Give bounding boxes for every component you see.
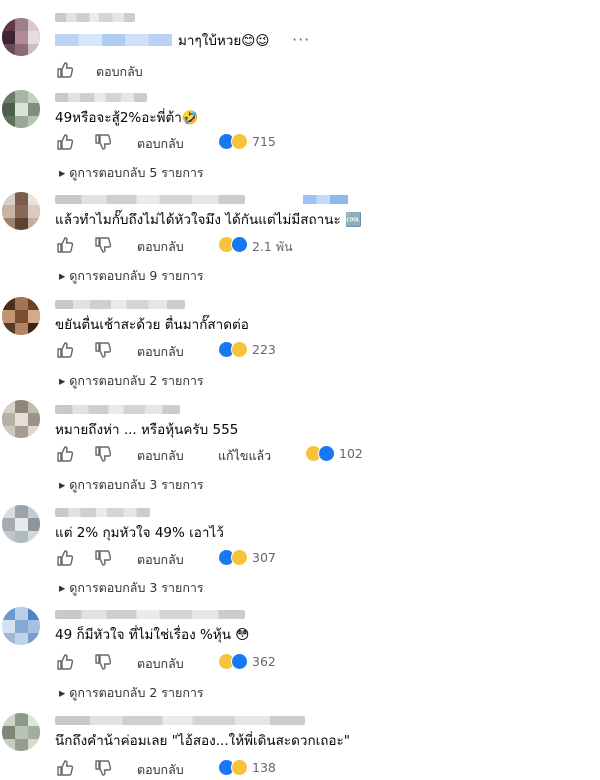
comment-text: แล้วทำไมกั๊บถึงไม่ได้หัวใจมึง ได้กันแต่ไ… — [55, 212, 362, 228]
comment-text: 49 ก็มีหัวใจ ที่ไม่ใช่เรื่อง %หุ้น 😳 — [55, 627, 250, 643]
reply-button[interactable]: ตอบกลับ — [137, 342, 184, 362]
thumbs-down-icon[interactable] — [93, 652, 113, 672]
avatar[interactable] — [2, 505, 40, 543]
reply-button[interactable]: ตอบกลับ — [137, 446, 184, 466]
thumbs-up-icon[interactable] — [55, 132, 75, 152]
comment-text: นึกถึงคำน้าค่อมเลย "ไอ้สอง...ให้พี่เดินส… — [55, 733, 351, 749]
avatar[interactable] — [2, 607, 40, 645]
author-name[interactable] — [55, 13, 135, 22]
more-options-icon[interactable]: ··· — [292, 30, 310, 49]
haha-reaction-icon — [231, 549, 248, 566]
view-replies-link[interactable]: ▸ ดูการตอบกลับ 9 รายการ — [59, 266, 204, 286]
haha-reaction-icon — [231, 341, 248, 358]
view-replies-link[interactable]: ▸ ดูการตอบกลับ 5 รายการ — [59, 163, 204, 183]
comment-text: มาๆใบ้หวย😊😉 — [55, 31, 269, 51]
haha-reaction-icon — [231, 759, 248, 776]
author-name[interactable] — [55, 508, 150, 517]
comment-text: 49หรือจะสู้2%อะพี่ต้า🤣 — [55, 110, 199, 126]
avatar[interactable] — [2, 192, 40, 230]
thumbs-up-icon[interactable] — [55, 444, 75, 464]
reply-button[interactable]: ตอบกลับ — [137, 134, 184, 154]
comment-text: หมายถึงห่า ... หรือหุ้นครับ 555 — [55, 422, 239, 438]
reaction-count: 223 — [252, 342, 276, 357]
author-name[interactable] — [55, 405, 180, 414]
view-replies-link[interactable]: ▸ ดูการตอบกลับ 2 รายการ — [59, 371, 204, 391]
reply-button[interactable]: ตอบกลับ — [137, 654, 184, 674]
reply-button[interactable]: ตอบกลับ — [137, 760, 184, 780]
comment-text: ขยันตื่นเช้าสะด้วย ตื่นมากั๊สาดต่อ — [55, 317, 249, 333]
haha-reaction-icon — [231, 133, 248, 150]
reaction-count: 2.1 พัน — [252, 239, 293, 254]
like-reaction-icon — [231, 653, 248, 670]
edited-label[interactable]: แก้ไขแล้ว — [218, 446, 271, 466]
thumbs-up-icon[interactable] — [55, 652, 75, 672]
caret-right-icon: ▸ — [59, 268, 70, 283]
reaction-count: 362 — [252, 654, 276, 669]
reaction-count: 138 — [252, 760, 276, 775]
comment-text-content: มาๆใบ้หวย😊😉 — [178, 33, 270, 49]
view-replies-link[interactable]: ▸ ดูการตอบกลับ 3 รายการ — [59, 475, 204, 495]
author-name[interactable] — [55, 300, 185, 309]
avatar[interactable] — [2, 297, 40, 335]
avatar[interactable] — [2, 400, 40, 438]
thumbs-up-icon[interactable] — [55, 758, 75, 778]
view-replies-link[interactable]: ▸ ดูการตอบกลับ 2 รายการ — [59, 683, 204, 703]
reply-button[interactable]: ตอบกลับ — [137, 550, 184, 570]
like-reaction-icon — [318, 445, 335, 462]
avatar[interactable] — [2, 90, 40, 128]
caret-right-icon: ▸ — [59, 373, 70, 388]
reaction-count: 715 — [252, 134, 276, 149]
caret-right-icon: ▸ — [59, 165, 70, 180]
thumbs-up-icon[interactable] — [55, 548, 75, 568]
mention-tag[interactable] — [303, 195, 348, 204]
author-name[interactable] — [55, 610, 245, 619]
caret-right-icon: ▸ — [59, 580, 70, 595]
thumbs-down-icon[interactable] — [93, 340, 113, 360]
thumbs-down-icon[interactable] — [93, 548, 113, 568]
caret-right-icon: ▸ — [59, 685, 70, 700]
thumbs-up-icon[interactable] — [55, 235, 75, 255]
avatar[interactable] — [2, 713, 40, 751]
author-name[interactable] — [55, 716, 305, 725]
thumbs-up-icon[interactable] — [55, 60, 75, 80]
reaction-count: 102 — [339, 446, 363, 461]
author-name[interactable] — [55, 195, 245, 204]
thumbs-down-icon[interactable] — [93, 132, 113, 152]
thumbs-down-icon[interactable] — [93, 444, 113, 464]
author-name[interactable] — [55, 93, 147, 102]
thumbs-down-icon[interactable] — [93, 758, 113, 778]
mention-tag[interactable] — [55, 34, 172, 46]
comment-text: แต่ 2% กุมหัวใจ 49% เอาไว้ — [55, 525, 224, 541]
reply-button[interactable]: ตอบกลับ — [137, 237, 184, 257]
reply-button[interactable]: ตอบกลับ — [96, 62, 143, 82]
avatar[interactable] — [2, 18, 40, 56]
thumbs-up-icon[interactable] — [55, 340, 75, 360]
view-replies-link[interactable]: ▸ ดูการตอบกลับ 3 รายการ — [59, 578, 204, 598]
like-reaction-icon — [231, 236, 248, 253]
reaction-count: 307 — [252, 550, 276, 565]
thumbs-down-icon[interactable] — [93, 235, 113, 255]
caret-right-icon: ▸ — [59, 477, 70, 492]
